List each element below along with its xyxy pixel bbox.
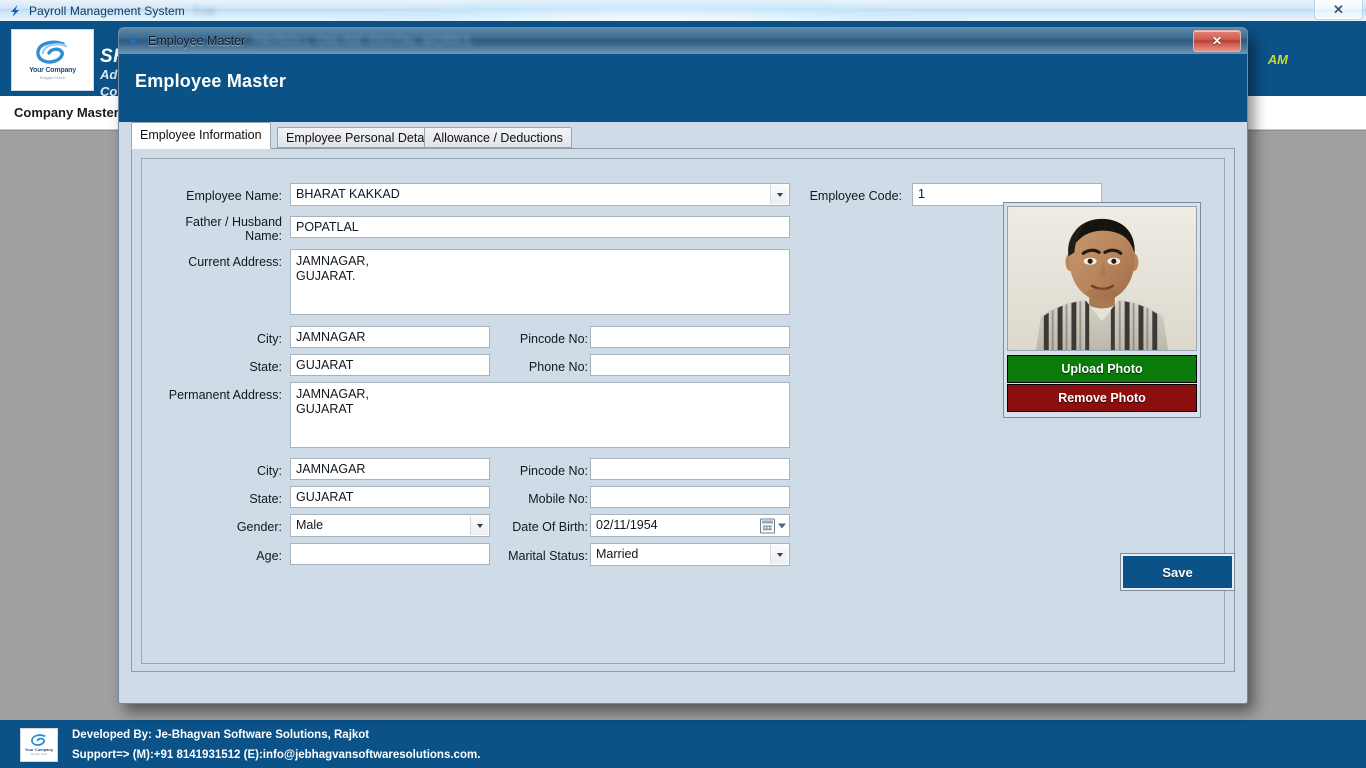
- current-pincode-input[interactable]: [590, 326, 790, 348]
- application-title-group: Payroll Management System Trial: [8, 2, 215, 19]
- phone-no-input[interactable]: [590, 354, 790, 376]
- age-label: Age:: [256, 549, 282, 563]
- father-husband-name-label: Father / Husband Name:: [185, 215, 282, 243]
- father-husband-name-input[interactable]: POPATLAL: [290, 216, 790, 238]
- upload-photo-button[interactable]: Upload Photo: [1007, 355, 1197, 383]
- chevron-down-icon[interactable]: [770, 185, 788, 204]
- permanent-city-label: City:: [257, 464, 282, 478]
- current-city-input[interactable]: JAMNAGAR: [290, 326, 490, 348]
- permanent-address-textarea[interactable]: JAMNAGAR, GUJARAT: [290, 382, 790, 448]
- company-logo: Your Company Slogan Here: [11, 29, 94, 91]
- marital-status-value: Married: [596, 547, 639, 561]
- employee-name-combobox[interactable]: BHARAT KAKKAD: [290, 183, 790, 206]
- current-pincode-label: Pincode No:: [519, 332, 588, 346]
- application-titlebar[interactable]: Payroll Management System Trial ✕: [0, 0, 1366, 22]
- chevron-down-icon[interactable]: [778, 523, 786, 528]
- dialog-close-button[interactable]: ✕: [1193, 30, 1241, 52]
- date-of-birth-label: Date Of Birth:: [512, 520, 588, 534]
- dialog-titlebar[interactable]: Employee Master PAYROLL ONLINE DIGITAL W…: [119, 28, 1247, 55]
- permanent-state-input[interactable]: GUJARAT: [290, 486, 490, 508]
- permanent-pincode-input[interactable]: [590, 458, 790, 480]
- dialog-title-group: Employee Master PAYROLL ONLINE DIGITAL W…: [126, 32, 471, 50]
- date-of-birth-datepicker[interactable]: 02/11/1954: [590, 514, 790, 537]
- page-title: Employee Master: [135, 71, 287, 91]
- marital-status-label: Marital Status:: [508, 549, 588, 563]
- current-state-label: State:: [249, 360, 282, 374]
- tab-employee-information[interactable]: Employee Information: [131, 122, 271, 149]
- dialog-title: Employee Master: [148, 34, 246, 48]
- lightning-bolt-icon: [8, 4, 22, 18]
- age-input[interactable]: [290, 543, 490, 565]
- employee-name-value: BHARAT KAKKAD: [296, 187, 400, 201]
- save-button[interactable]: Save: [1120, 553, 1235, 591]
- remove-photo-button[interactable]: Remove Photo: [1007, 384, 1197, 412]
- clock-display: AM: [1267, 52, 1288, 67]
- employee-master-dialog: Employee Master PAYROLL ONLINE DIGITAL W…: [118, 27, 1248, 704]
- photo-panel: Upload Photo Remove Photo: [1003, 202, 1201, 418]
- logo-company-name: Your Company: [29, 67, 76, 74]
- footer-logo-tagline: Slogan Here: [30, 752, 48, 756]
- application-title-suffix: Trial: [191, 3, 215, 18]
- footer-developed-by: Developed By: Je-Bhagvan Software Soluti…: [72, 729, 370, 741]
- application-footer: Your Company Slogan Here Developed By: J…: [0, 720, 1366, 768]
- current-state-input[interactable]: GUJARAT: [290, 354, 490, 376]
- logo-tagline: Slogan Here: [39, 75, 66, 80]
- employee-photo-image: [1008, 207, 1196, 350]
- application-title: Payroll Management System: [29, 3, 185, 18]
- phone-no-label: Phone No:: [528, 360, 588, 374]
- dialog-lightning-bolt-icon: [126, 34, 140, 48]
- chevron-down-icon[interactable]: [770, 545, 788, 564]
- close-icon: ✕: [1333, 2, 1344, 17]
- marital-status-combobox[interactable]: Married: [590, 543, 790, 566]
- current-city-label: City:: [257, 332, 282, 346]
- gender-value: Male: [296, 518, 324, 532]
- mobile-no-label: Mobile No:: [528, 492, 588, 506]
- calendar-icon[interactable]: [760, 518, 775, 533]
- datepicker-buttons[interactable]: [760, 518, 786, 533]
- current-address-textarea[interactable]: JAMNAGAR, GUJARAT.: [290, 249, 790, 315]
- footer-support-info: Support=> (M):+91 8141931512 (E):info@je…: [72, 749, 481, 761]
- tab-allowance-deductions[interactable]: Allowance / Deductions: [424, 127, 572, 148]
- employee-name-label: Employee Name:: [186, 189, 282, 203]
- footer-logo: Your Company Slogan Here: [20, 728, 58, 762]
- date-of-birth-value: 02/11/1954: [596, 518, 658, 532]
- permanent-address-label: Permanent Address:: [168, 388, 282, 402]
- titlebar-glow: [330, 0, 970, 21]
- tab-employee-personal-details[interactable]: Employee Personal Details: [277, 127, 446, 148]
- current-address-label: Current Address:: [188, 255, 282, 269]
- close-icon: ✕: [1211, 34, 1223, 48]
- permanent-city-input[interactable]: JAMNAGAR: [290, 458, 490, 480]
- gender-combobox[interactable]: Male: [290, 514, 490, 537]
- footer-swirl-logo-icon: [30, 734, 45, 746]
- application-close-button[interactable]: ✕: [1314, 0, 1363, 20]
- dialog-header-banner: Employee Master: [119, 54, 1247, 122]
- swirl-logo-icon: [35, 40, 67, 64]
- employee-code-label: Employee Code:: [809, 189, 902, 203]
- gender-label: Gender:: [236, 520, 282, 534]
- employee-photo: [1007, 206, 1197, 351]
- permanent-pincode-label: Pincode No:: [519, 464, 588, 478]
- dialog-title-suffix: PAYROLL ONLINE DIGITAL WORKS: [253, 34, 472, 48]
- tabstrip: Employee Information Employee Personal D…: [131, 122, 1235, 149]
- mobile-no-input[interactable]: [590, 486, 790, 508]
- menu-item-company-master[interactable]: Company Master: [0, 96, 133, 129]
- permanent-state-label: State:: [249, 492, 282, 506]
